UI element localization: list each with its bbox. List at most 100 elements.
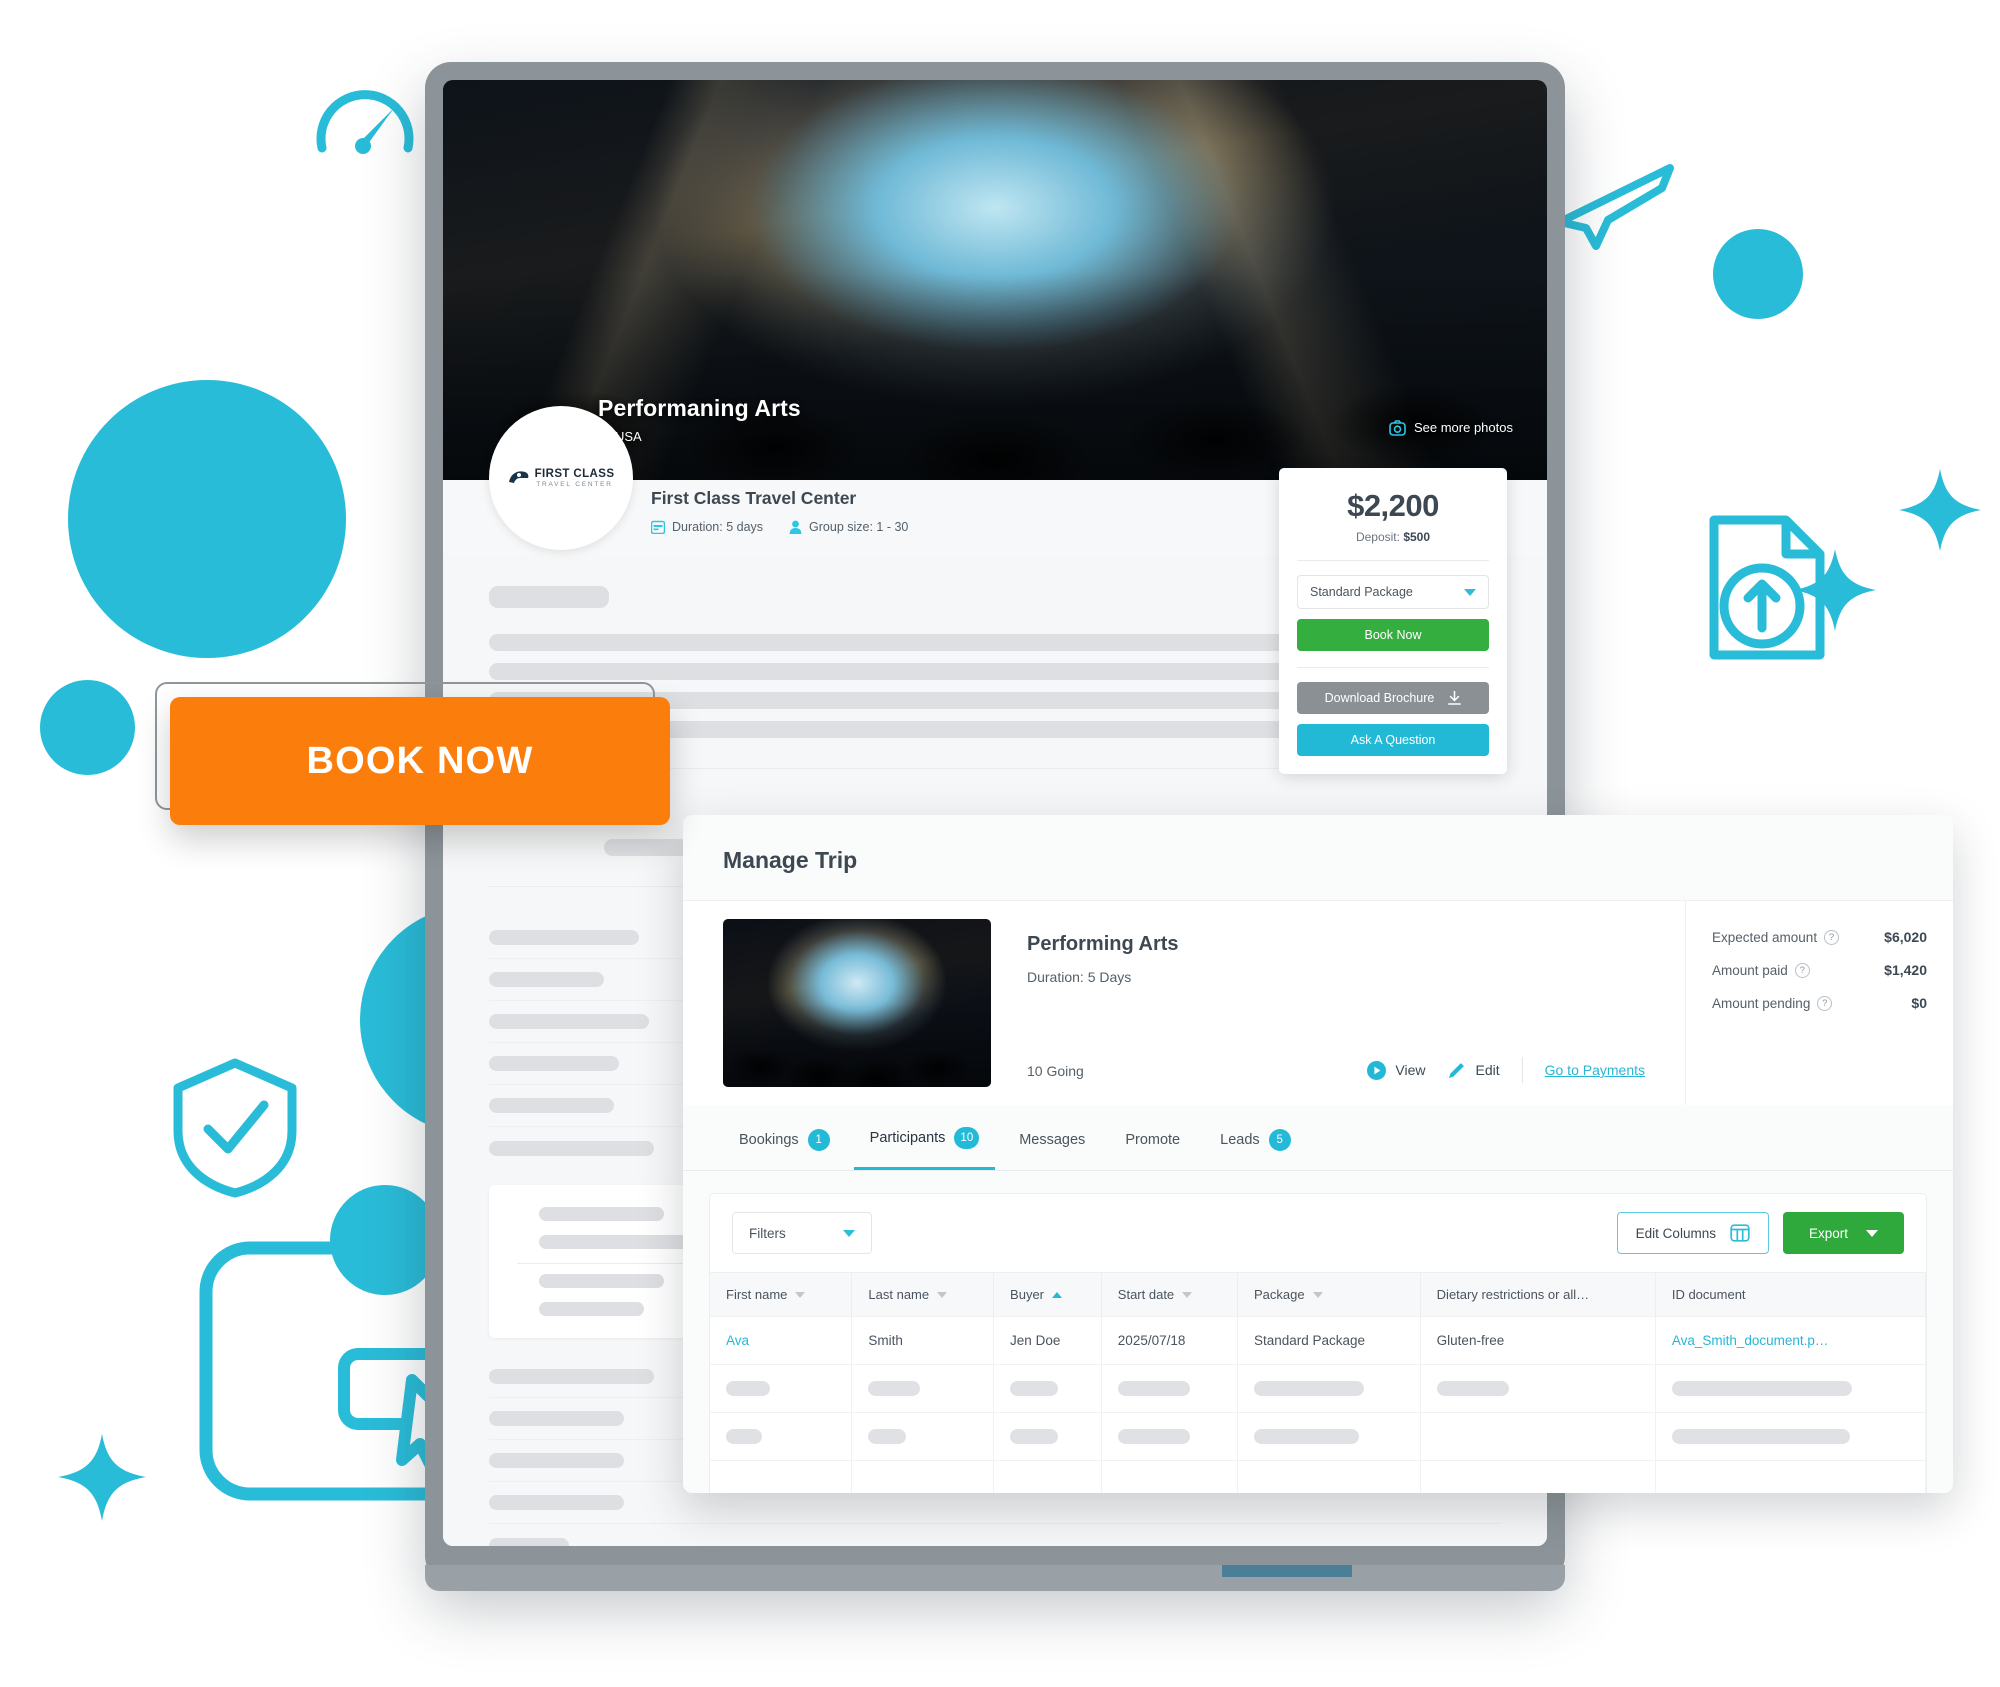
- cell-skeleton: [710, 1412, 853, 1461]
- tab-promote[interactable]: Promote: [1109, 1105, 1196, 1170]
- cell-skeleton: [1420, 1412, 1656, 1461]
- help-icon[interactable]: ?: [1817, 995, 1833, 1011]
- cell-skeleton: [993, 1364, 1102, 1413]
- help-icon[interactable]: ?: [1824, 929, 1840, 945]
- help-icon[interactable]: ?: [1794, 962, 1810, 978]
- tab-label: Leads: [1220, 1131, 1260, 1148]
- table-header-row: First name Last name Buyer Start date Pa…: [710, 1272, 1926, 1317]
- cell-skeleton: [1655, 1364, 1926, 1413]
- edit-label: Edit: [1475, 1062, 1500, 1078]
- filters-dropdown[interactable]: Filters: [732, 1212, 872, 1254]
- amount-value: $1,420: [1884, 962, 1927, 978]
- airplane-icon: [1556, 164, 1674, 250]
- cell-skeleton: [1655, 1412, 1926, 1461]
- column-label: Dietary restrictions or all…: [1436, 1287, 1590, 1302]
- chevron-down-icon: [1464, 588, 1476, 596]
- column-label: Package: [1253, 1287, 1305, 1302]
- see-more-photos-button[interactable]: See more photos: [1389, 419, 1513, 436]
- laptop-notch: [1222, 1565, 1352, 1577]
- amount-row: Expected amount? $6,020: [1712, 929, 1927, 945]
- tab-label: Promote: [1125, 1131, 1181, 1148]
- cell-start-date: 2025/07/18: [1101, 1316, 1238, 1365]
- cell-buyer: Jen Doe: [993, 1316, 1102, 1365]
- logo-text-secondary: TRAVEL CENTER: [536, 481, 613, 488]
- cell-skeleton: [1420, 1364, 1656, 1413]
- export-label: Export: [1808, 1225, 1848, 1241]
- export-button[interactable]: Export: [1782, 1212, 1904, 1254]
- page-root: Performaning Arts USA See more photos FI…: [0, 0, 2000, 1687]
- column-header-last-name[interactable]: Last name: [851, 1272, 995, 1317]
- sparkle-icon: [1794, 549, 1876, 631]
- play-circle-icon: [1367, 1060, 1387, 1080]
- tab-messages[interactable]: Messages: [1003, 1105, 1101, 1170]
- cell-last-name: Smith: [851, 1316, 995, 1365]
- view-button[interactable]: View: [1367, 1060, 1425, 1080]
- column-header-package[interactable]: Package: [1237, 1272, 1421, 1317]
- operator-name: First Class Travel Center: [651, 488, 857, 508]
- column-header-buyer[interactable]: Buyer: [993, 1272, 1102, 1317]
- sort-desc-icon: [937, 1291, 948, 1298]
- skeleton-heading: [489, 586, 609, 608]
- download-brochure-button[interactable]: Download Brochure: [1297, 682, 1489, 714]
- cell-skeleton: [851, 1460, 995, 1493]
- hero-image: Performaning Arts USA See more photos: [443, 80, 1547, 480]
- ask-question-button[interactable]: Ask A Question: [1297, 724, 1489, 756]
- trip-summary-card: Performing Arts Duration: 5 Days 10 Goin…: [683, 900, 1953, 1105]
- book-now-button[interactable]: Book Now: [1297, 619, 1489, 651]
- table-head: First name Last name Buyer Start date Pa…: [710, 1272, 1926, 1317]
- tab-badge: 5: [1268, 1128, 1291, 1151]
- filters-label: Filters: [749, 1225, 786, 1241]
- cell-skeleton: [1101, 1412, 1238, 1461]
- tab-bookings[interactable]: Bookings 1: [723, 1105, 846, 1170]
- tab-label: Bookings: [739, 1131, 799, 1148]
- cell-skeleton: [1420, 1460, 1656, 1493]
- column-label: Last name: [868, 1287, 930, 1302]
- tab-label: Messages: [1019, 1131, 1086, 1148]
- column-header-dietary[interactable]: Dietary restrictions or all…: [1420, 1272, 1656, 1317]
- page-title: Performaning Arts: [598, 395, 801, 421]
- tab-leads[interactable]: Leads 5: [1204, 1105, 1307, 1170]
- trip-name: Performing Arts: [1027, 933, 1179, 955]
- cell-id-document[interactable]: Ava_Smith_document.p…: [1655, 1316, 1926, 1365]
- trip-going-count: 10 Going: [1027, 1063, 1084, 1079]
- column-header-start-date[interactable]: Start date: [1101, 1272, 1238, 1317]
- hero-location: USA: [598, 429, 801, 444]
- trip-actions: View Edit Go to Payments: [1367, 1057, 1645, 1083]
- duration-meta: Duration: 5 days: [651, 520, 763, 534]
- sort-desc-icon: [1182, 1291, 1193, 1298]
- cell-skeleton: [710, 1364, 853, 1413]
- column-header-id-document[interactable]: ID document: [1655, 1272, 1926, 1317]
- toolbar-actions: Edit Columns Export: [1616, 1212, 1904, 1254]
- go-to-payments-link[interactable]: Go to Payments: [1545, 1062, 1645, 1078]
- trip-thumbnail: [723, 919, 991, 1087]
- amount-label: Amount paid: [1712, 962, 1788, 978]
- tab-participants[interactable]: Participants 10: [853, 1105, 996, 1170]
- document-upload-icon: [1709, 515, 1825, 660]
- skeleton-row: [489, 1524, 1501, 1546]
- deco-circle: [40, 680, 135, 775]
- chevron-down-icon: [1866, 1229, 1878, 1237]
- laptop-base: [425, 1565, 1565, 1591]
- cell-first-name[interactable]: Ava: [710, 1316, 853, 1365]
- logo-mark-icon: [508, 471, 528, 483]
- sort-desc-icon: [1312, 1291, 1323, 1298]
- edit-columns-button[interactable]: Edit Columns: [1616, 1212, 1769, 1254]
- cell-dietary: Gluten-free: [1420, 1316, 1656, 1365]
- column-header-first-name[interactable]: First name: [710, 1272, 853, 1317]
- cell-skeleton: [993, 1412, 1102, 1461]
- edit-button[interactable]: Edit: [1447, 1061, 1500, 1080]
- deposit-line: Deposit: $500: [1297, 530, 1489, 544]
- calendar-icon: [651, 520, 665, 534]
- amounts-panel: Expected amount? $6,020 Amount paid? $1,…: [1685, 901, 1953, 1105]
- table-row: [710, 1460, 1926, 1493]
- duration-label: Duration: 5 days: [672, 520, 764, 534]
- tab-badge: 10: [954, 1127, 980, 1149]
- column-label: Start date: [1117, 1287, 1175, 1302]
- deco-circle: [330, 1185, 440, 1295]
- sort-asc-icon: [1052, 1291, 1063, 1298]
- floating-book-now-button[interactable]: BOOK NOW: [170, 697, 670, 825]
- logo-text-primary: FIRST CLASS: [534, 468, 615, 480]
- table-row[interactable]: Ava Smith Jen Doe 2025/07/18 Standard Pa…: [710, 1316, 1926, 1365]
- amount-label: Expected amount: [1712, 929, 1818, 945]
- package-select[interactable]: Standard Package: [1297, 575, 1489, 609]
